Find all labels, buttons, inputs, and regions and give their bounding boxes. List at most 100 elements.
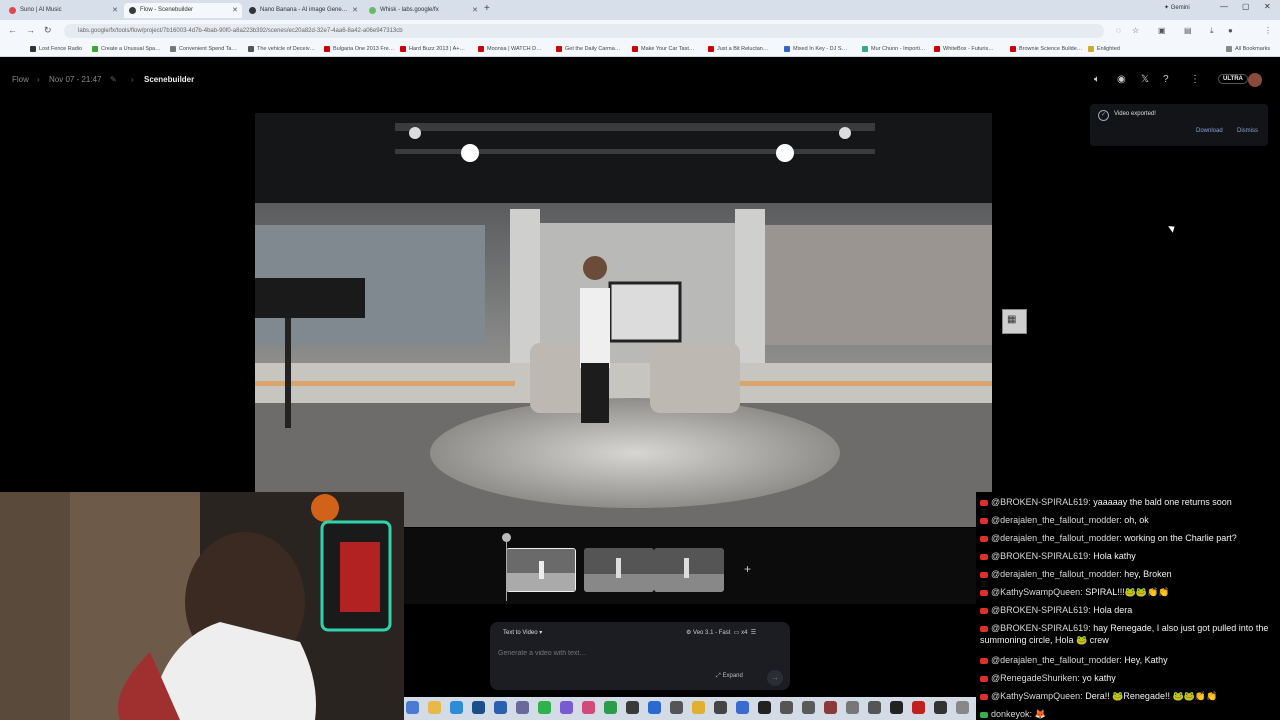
playhead[interactable] (506, 537, 507, 601)
bookmark-item[interactable]: Enlighted (1088, 43, 1120, 55)
taskbar-app-icon[interactable] (648, 701, 661, 714)
prompt-input[interactable] (498, 650, 768, 657)
taskbar-app-icon[interactable] (626, 701, 639, 714)
eye-off-icon[interactable]: ◌ (1116, 26, 1121, 35)
taskbar-app-icon[interactable] (934, 701, 947, 714)
menu-icon[interactable]: ⋮ (1264, 26, 1272, 35)
bookmark-item[interactable]: Mur Chunn - Importi… (862, 43, 925, 55)
bookmark-item[interactable]: Hard Buzz 2013 | A+… (400, 43, 465, 55)
taskbar-app-icon[interactable] (912, 701, 925, 714)
mode-select[interactable]: Text to Video ▾ (503, 629, 542, 636)
excel-icon[interactable] (604, 701, 617, 714)
bookmark-item[interactable]: Make Your Car Tast… (632, 43, 694, 55)
tab-whisk[interactable]: Whisk - labs.google/fx ✕ (364, 3, 482, 18)
tab-label: Suno | AI Music (20, 7, 62, 13)
taskbar-app-icon[interactable] (582, 701, 595, 714)
maximize-icon[interactable]: ▢ (1242, 2, 1250, 11)
extensions-icon[interactable]: ▣ (1158, 26, 1166, 35)
bookmark-item[interactable]: The vehicle of Deceiv… (248, 43, 315, 55)
reload-icon[interactable]: ↻ (44, 25, 52, 36)
all-bookmarks[interactable]: All Bookmarks (1226, 43, 1270, 55)
tab-flow[interactable]: Flow - Scenebuilder ✕ (124, 3, 242, 18)
taskbar-app-icon[interactable] (406, 701, 419, 714)
video-preview[interactable] (255, 113, 992, 527)
sidepanel-icon[interactable]: ▤ (1184, 26, 1192, 35)
download-button[interactable]: Download (1196, 128, 1223, 134)
profile-icon[interactable]: ● (1228, 26, 1233, 35)
edit-icon[interactable]: ✎ (110, 75, 117, 84)
youtube-icon (980, 657, 988, 664)
close-icon[interactable]: ✕ (472, 3, 478, 18)
breadcrumb-project[interactable]: Nov 07 - 21:47 (49, 75, 101, 84)
check-circle-icon: ✓ (1098, 110, 1109, 121)
spotify-icon[interactable] (538, 701, 551, 714)
avatar[interactable] (1248, 73, 1262, 87)
tab-suno[interactable]: Suno | AI Music ✕ (4, 3, 122, 18)
back-icon[interactable]: ← (8, 25, 17, 35)
more-icon[interactable]: ⋮ (1190, 74, 1200, 85)
bookmark-item[interactable]: Brownie Science Builde… (1010, 43, 1082, 55)
download-icon[interactable]: ⤓ (1210, 26, 1214, 36)
taskbar-app-icon[interactable] (780, 701, 793, 714)
minimize-icon[interactable]: — (1220, 2, 1228, 11)
bookmark-item[interactable]: Lost Fence Radio (30, 43, 82, 55)
taskbar-app-icon[interactable] (560, 701, 573, 714)
bookmark-item[interactable]: Convenient Spend Ta… (170, 43, 237, 55)
chat-message: @BROKEN-SPIRAL619: Hola kathy (980, 550, 1276, 562)
timeline-clip[interactable] (506, 548, 576, 592)
chat-message: @RenegadeShuriken: yo kathy (980, 672, 1276, 684)
taskbar-app-icon[interactable] (956, 701, 969, 714)
close-icon[interactable]: ✕ (352, 3, 358, 18)
edge-icon[interactable] (450, 701, 463, 714)
star-icon[interactable]: ☆ (1132, 26, 1139, 35)
taskbar-app-icon[interactable] (670, 701, 683, 714)
expand-button[interactable]: ⤢ Expand (716, 673, 743, 680)
close-icon[interactable]: ✕ (112, 3, 118, 18)
timeline-clip[interactable] (584, 548, 654, 592)
taskbar-app-icon[interactable] (868, 701, 881, 714)
settings-icon[interactable]: ☰ (751, 630, 756, 636)
close-icon[interactable]: ✕ (232, 3, 238, 18)
taskbar-app-icon[interactable] (890, 701, 903, 714)
taskbar-app-icon[interactable] (758, 701, 771, 714)
mail-icon[interactable] (494, 701, 507, 714)
taskbar-app-icon[interactable] (846, 701, 859, 714)
gemini-button[interactable]: ✦ Gemini (1164, 4, 1190, 11)
taskbar-app-icon[interactable] (714, 701, 727, 714)
timeline-clip[interactable] (654, 548, 724, 592)
taskbar-app-icon[interactable] (516, 701, 529, 714)
taskbar-app-icon[interactable] (736, 701, 749, 714)
new-tab-button[interactable]: + (484, 3, 490, 14)
forward-icon[interactable]: → (26, 25, 35, 35)
taskbar-app-icon[interactable] (802, 701, 815, 714)
bookmark-item[interactable]: Bulgaria One 2013 Fre… (324, 43, 394, 55)
bookmark-item[interactable]: Moonsa | WATCH D… (478, 43, 542, 55)
bookmark-item[interactable]: Create a Unusual Spa… (92, 43, 161, 55)
model-select[interactable]: ⚙ Veo 3.1 - Fast ▭ x4 ☰ (686, 629, 756, 636)
folder-icon[interactable] (428, 701, 441, 714)
bookmark-item[interactable]: Get the Daily Carma… (556, 43, 620, 55)
url-bar[interactable]: labs.google/fx/tools/flow/project/7b1600… (64, 24, 1104, 38)
store-icon[interactable] (472, 701, 485, 714)
discord-icon[interactable]: ◉ (1117, 74, 1126, 85)
bookmark-item[interactable]: Just a Bit Reluctan… (708, 43, 768, 55)
window-close-icon[interactable]: ✕ (1264, 2, 1271, 11)
chat-message: @derajalen_the_fallout_modder: working o… (980, 532, 1276, 544)
dismiss-button[interactable]: Dismiss (1237, 128, 1258, 134)
send-button[interactable]: → (767, 670, 783, 686)
bookmark-item[interactable]: Mixed In Key - DJ S… (784, 43, 847, 55)
youtube-icon (980, 553, 988, 560)
chrome-icon[interactable] (692, 701, 705, 714)
volume-icon[interactable]: 🔈︎ (1094, 74, 1100, 85)
add-clip-button[interactable]: + (744, 562, 751, 576)
playhead-handle[interactable] (502, 533, 511, 542)
bookmarks-bar: Lost Fence Radio Create a Unusual Spa… C… (0, 42, 1280, 57)
help-icon[interactable]: ? (1163, 74, 1169, 85)
bookmark-item[interactable]: WhiteBox - Futuris… (934, 43, 994, 55)
x-icon[interactable]: 𝕏 (1141, 74, 1149, 85)
tab-nano-banana[interactable]: Nano Banana - AI image Gene… ✕ (244, 3, 362, 18)
breadcrumb-flow[interactable]: Flow (12, 75, 29, 84)
chevron-right-icon: › (37, 75, 40, 84)
kick-icon (980, 711, 988, 718)
taskbar-app-icon[interactable] (824, 701, 837, 714)
